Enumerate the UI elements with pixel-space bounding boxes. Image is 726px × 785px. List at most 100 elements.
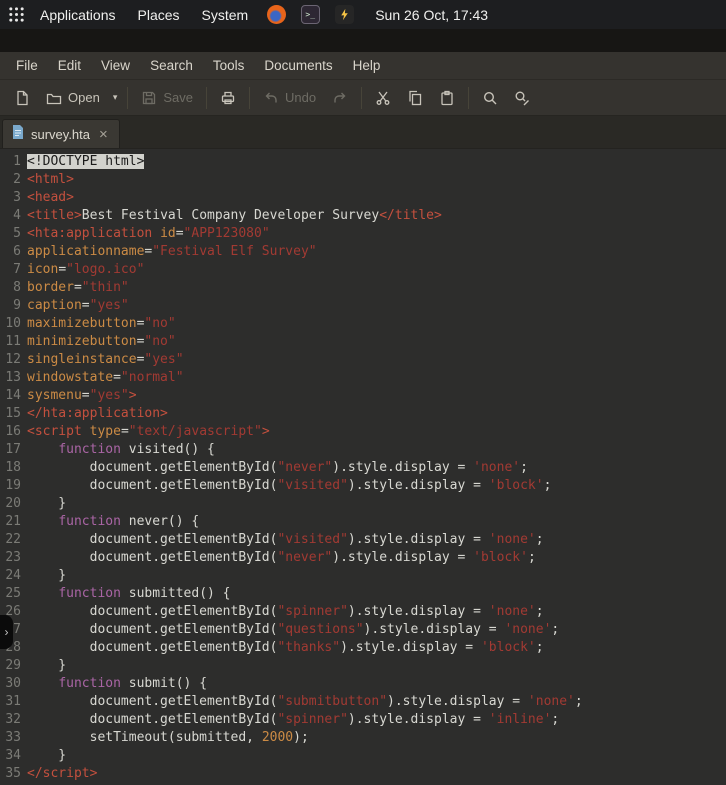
code-line: 27 document.getElementById("questions").… xyxy=(0,621,726,639)
line-number: 8 xyxy=(0,279,27,297)
line-number: 34 xyxy=(0,747,27,765)
cut-icon xyxy=(375,90,391,106)
line-number: 11 xyxy=(0,333,27,351)
code-line: 11minimizebutton="no" xyxy=(0,333,726,351)
editor[interactable]: 1<!DOCTYPE html>2<html>3<head>4<title>Be… xyxy=(0,149,726,785)
clock[interactable]: Sun 26 Oct, 17:43 xyxy=(375,7,488,23)
line-number: 12 xyxy=(0,351,27,369)
line-number: 32 xyxy=(0,711,27,729)
code-line: 15</hta:application> xyxy=(0,405,726,423)
code-lines: 1<!DOCTYPE html>2<html>3<head>4<title>Be… xyxy=(0,153,726,783)
redo-button[interactable] xyxy=(324,83,356,113)
code-line: 5<hta:application id="APP123080" xyxy=(0,225,726,243)
save-icon xyxy=(141,90,157,106)
side-panel-handle[interactable]: › xyxy=(0,615,13,649)
print-button[interactable] xyxy=(212,83,244,113)
undo-button[interactable]: Undo xyxy=(255,83,324,113)
line-number: 18 xyxy=(0,459,27,477)
line-number: 20 xyxy=(0,495,27,513)
copy-button[interactable] xyxy=(399,83,431,113)
code-line: 33 setTimeout(submitted, 2000); xyxy=(0,729,726,747)
menu-search[interactable]: Search xyxy=(140,52,203,79)
line-number: 21 xyxy=(0,513,27,531)
menu-help[interactable]: Help xyxy=(343,52,391,79)
undo-icon xyxy=(263,90,279,106)
code-line: 10maximizebutton="no" xyxy=(0,315,726,333)
search-replace-icon xyxy=(514,90,530,106)
new-document-button[interactable] xyxy=(6,83,38,113)
code-line: 25 function submitted() { xyxy=(0,585,726,603)
cut-button[interactable] xyxy=(367,83,399,113)
save-button[interactable]: Save xyxy=(133,83,201,113)
line-number: 2 xyxy=(0,171,27,189)
code-line: 4<title>Best Festival Company Developer … xyxy=(0,207,726,225)
line-number: 35 xyxy=(0,765,27,783)
code-line: 20 } xyxy=(0,495,726,513)
save-label: Save xyxy=(163,90,193,105)
open-button[interactable]: Open xyxy=(38,83,108,113)
line-number: 1 xyxy=(0,153,27,171)
menu-edit[interactable]: Edit xyxy=(48,52,91,79)
open-label: Open xyxy=(68,90,100,105)
terminal-icon[interactable]: >_ xyxy=(300,5,320,25)
code-line: 6applicationname="Festival Elf Survey" xyxy=(0,243,726,261)
code-line: 14sysmenu="yes"> xyxy=(0,387,726,405)
find-button[interactable] xyxy=(474,83,506,113)
toolbar-separator xyxy=(206,87,207,109)
line-number: 7 xyxy=(0,261,27,279)
apps-grid-icon[interactable] xyxy=(8,6,25,23)
line-number: 15 xyxy=(0,405,27,423)
code-line: 1<!DOCTYPE html> xyxy=(0,153,726,171)
code-line: 17 function visited() { xyxy=(0,441,726,459)
code-line: 3<head> xyxy=(0,189,726,207)
line-number: 24 xyxy=(0,567,27,585)
print-icon xyxy=(220,90,236,106)
panel-menu-applications[interactable]: Applications xyxy=(29,0,127,29)
line-number: 33 xyxy=(0,729,27,747)
menu-view[interactable]: View xyxy=(91,52,140,79)
code-line: 12singleinstance="yes" xyxy=(0,351,726,369)
line-number: 13 xyxy=(0,369,27,387)
toolbar-separator xyxy=(468,87,469,109)
open-dropdown-button[interactable]: ▾ xyxy=(108,83,123,113)
paste-button[interactable] xyxy=(431,83,463,113)
code-line: 26 document.getElementById("spinner").st… xyxy=(0,603,726,621)
firefox-icon[interactable] xyxy=(266,5,286,25)
find-replace-button[interactable] xyxy=(506,83,538,113)
line-number: 25 xyxy=(0,585,27,603)
line-number: 23 xyxy=(0,549,27,567)
new-document-icon xyxy=(14,90,30,106)
code-line: 8border="thin" xyxy=(0,279,726,297)
toolbar-separator xyxy=(361,87,362,109)
line-number: 17 xyxy=(0,441,27,459)
code-line: 32 document.getElementById("spinner").st… xyxy=(0,711,726,729)
open-folder-icon xyxy=(46,90,62,106)
line-number: 3 xyxy=(0,189,27,207)
line-number: 16 xyxy=(0,423,27,441)
line-number: 19 xyxy=(0,477,27,495)
code-line: 23 document.getElementById("never").styl… xyxy=(0,549,726,567)
menu-documents[interactable]: Documents xyxy=(254,52,342,79)
undo-label: Undo xyxy=(285,90,316,105)
line-number: 5 xyxy=(0,225,27,243)
tab-close-icon[interactable]: × xyxy=(97,127,110,142)
panel-menu-places[interactable]: Places xyxy=(127,0,191,29)
line-number: 30 xyxy=(0,675,27,693)
menu-tools[interactable]: Tools xyxy=(203,52,255,79)
redo-icon xyxy=(332,90,348,106)
code-line: 21 function never() { xyxy=(0,513,726,531)
menu-bar: File Edit View Search Tools Documents He… xyxy=(0,52,726,80)
copy-icon xyxy=(407,90,423,106)
code-line: 9caption="yes" xyxy=(0,297,726,315)
code-line: 13windowstate="normal" xyxy=(0,369,726,387)
menu-file[interactable]: File xyxy=(6,52,48,79)
code-line: 29 } xyxy=(0,657,726,675)
code-line: 35</script> xyxy=(0,765,726,783)
panel-menu-system[interactable]: System xyxy=(191,0,260,29)
code-line: 31 document.getElementById("submitbutton… xyxy=(0,693,726,711)
tab-survey-hta[interactable]: survey.hta × xyxy=(2,119,120,148)
code-line: 22 document.getElementById("visited").st… xyxy=(0,531,726,549)
code-line: 19 document.getElementById("visited").st… xyxy=(0,477,726,495)
tab-title: survey.hta xyxy=(31,127,90,142)
bolt-icon[interactable] xyxy=(334,5,354,25)
